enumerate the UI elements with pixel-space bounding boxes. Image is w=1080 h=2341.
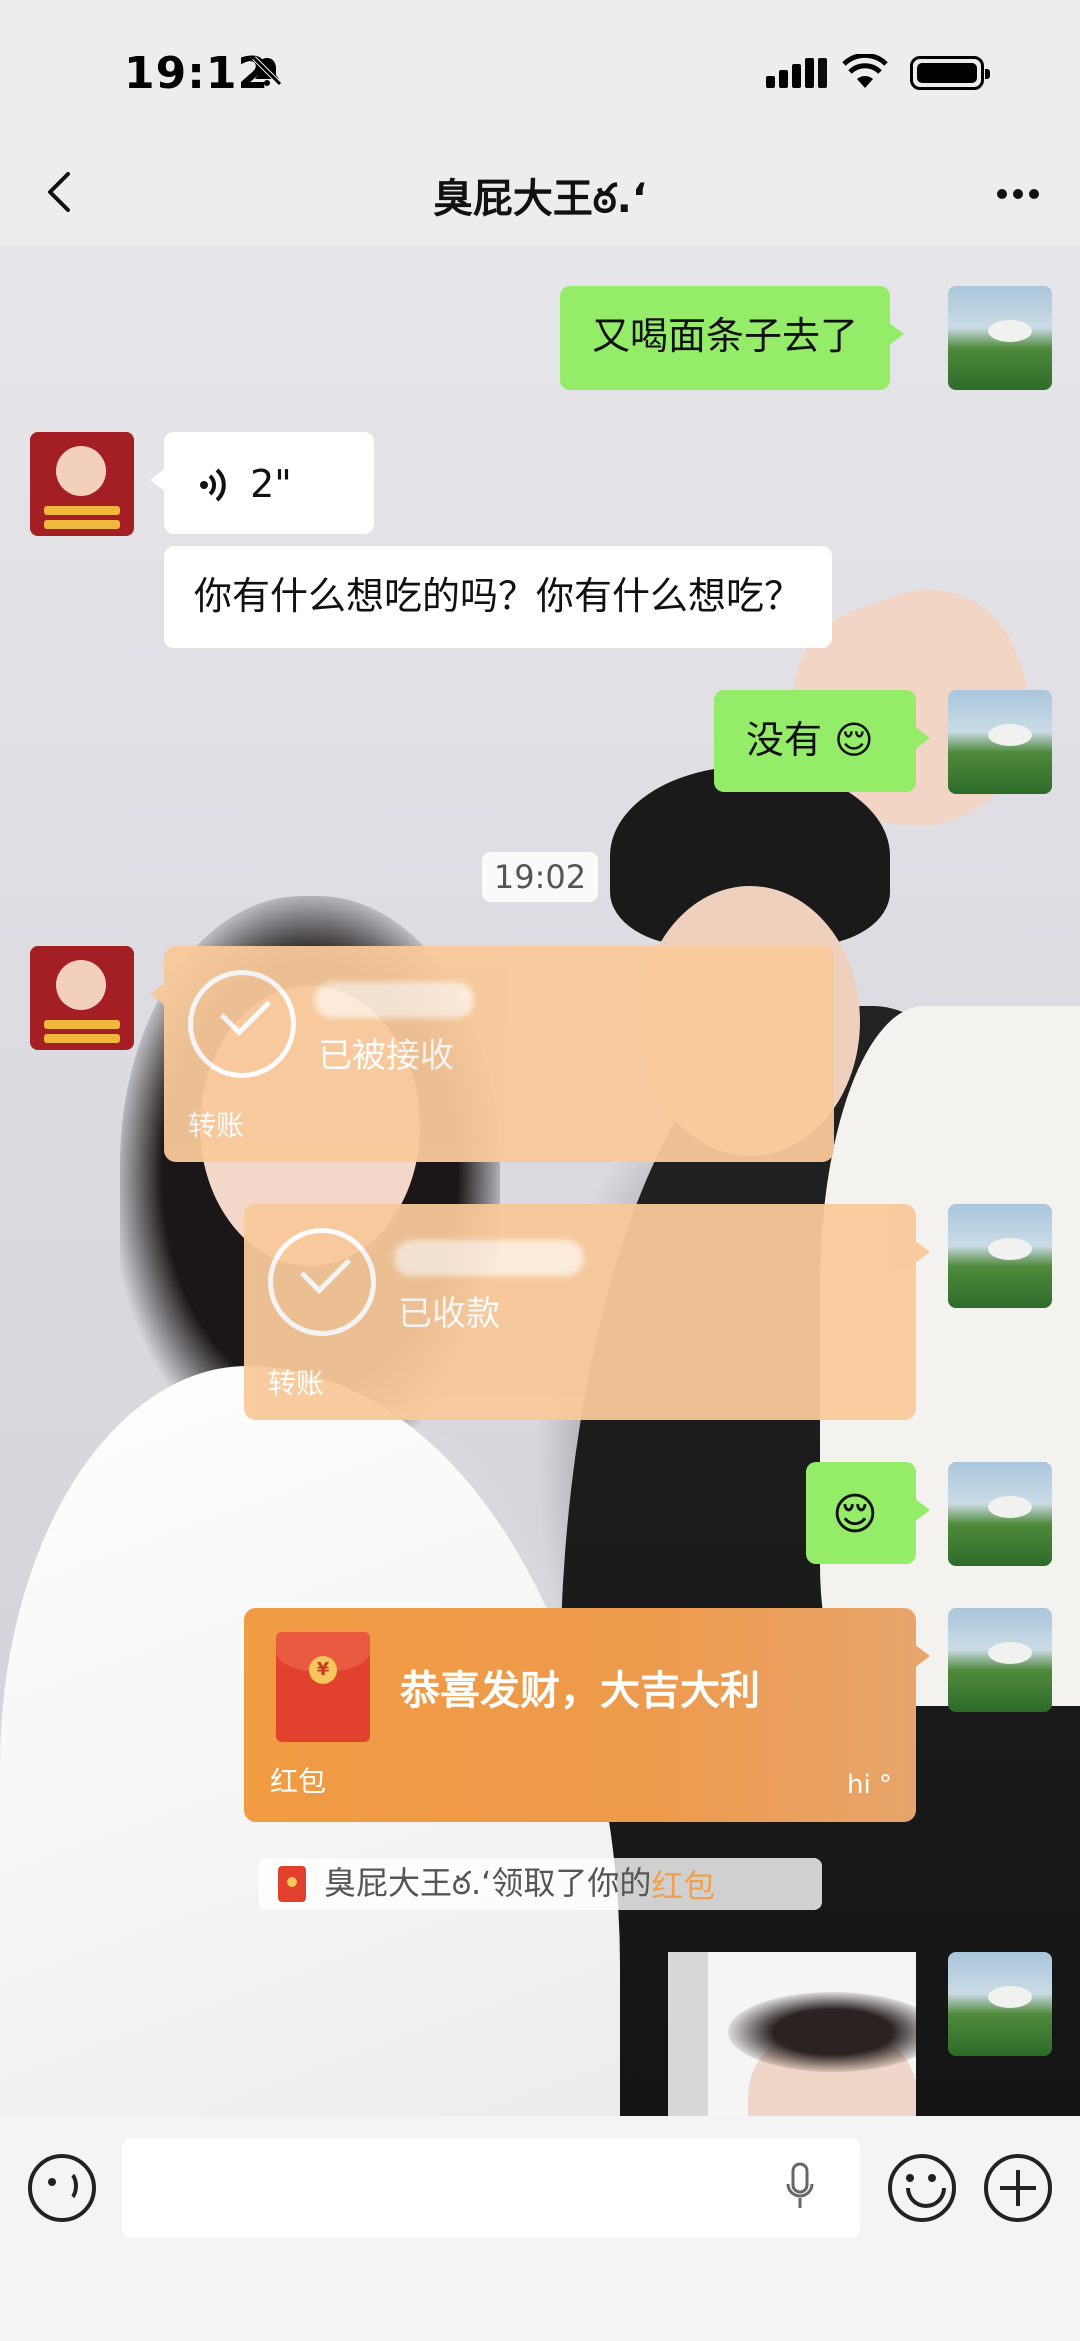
message-text: 你有什么想吃的吗？你有什么想吃？ bbox=[194, 574, 803, 618]
message-list[interactable]: 又喝面条子去了 2" 你有什么想吃的吗？你有什么想吃？ 没有 😌 19:02 已… bbox=[0, 246, 1080, 2116]
timestamp: 19:02 bbox=[0, 852, 1080, 902]
chat-title: 臭屁大王ఠ.ʻ bbox=[432, 176, 648, 222]
voice-wave-icon bbox=[200, 468, 226, 501]
message-text: 没有 bbox=[746, 718, 823, 762]
red-envelope-icon bbox=[278, 1866, 306, 1902]
red-packet-link[interactable]: 红包 bbox=[651, 1861, 715, 1907]
transfer-card[interactable]: 已收款 转账 bbox=[244, 1204, 930, 1420]
more-horizontal-icon[interactable] bbox=[988, 166, 1048, 222]
message-bubble[interactable]: 又喝面条子去了 bbox=[560, 286, 905, 390]
transfer-status: 已被接收 bbox=[318, 1036, 454, 1076]
check-circle-icon bbox=[188, 970, 296, 1078]
my-avatar[interactable] bbox=[948, 1608, 1052, 1712]
battery-icon bbox=[910, 56, 990, 90]
red-packet-label: 红包 bbox=[270, 1765, 327, 1798]
my-avatar[interactable] bbox=[948, 690, 1052, 794]
voice-message-bubble[interactable]: 2" bbox=[150, 432, 374, 534]
amount-redacted bbox=[394, 1240, 584, 1276]
emoji-message-bubble[interactable]: 😌 bbox=[806, 1462, 930, 1564]
transfer-label: 转账 bbox=[188, 1109, 245, 1142]
check-circle-icon bbox=[268, 1228, 376, 1336]
amount-redacted bbox=[314, 982, 474, 1018]
chat-header: 臭屁大王ఠ.ʻ bbox=[0, 140, 1080, 246]
relieved-face-emoji: 😌 bbox=[834, 718, 874, 762]
plus-circle-icon[interactable] bbox=[984, 2154, 1052, 2222]
status-bar: 19:12 bbox=[0, 0, 1080, 140]
red-packet-card[interactable]: ¥ 恭喜发财，大吉大利 红包 hi ° bbox=[244, 1608, 930, 1822]
system-notice-text: 臭屁大王ఠ.ʻ领取了你的 bbox=[324, 1864, 652, 1902]
transfer-card[interactable]: 已被接收 转账 bbox=[150, 946, 834, 1162]
timestamp-text: 19:02 bbox=[481, 852, 599, 902]
bell-off-icon bbox=[252, 56, 282, 86]
my-avatar[interactable] bbox=[948, 1462, 1052, 1566]
message-input[interactable] bbox=[122, 2138, 860, 2238]
status-time: 19:12 bbox=[124, 48, 270, 99]
red-envelope-icon: ¥ bbox=[276, 1632, 370, 1742]
input-bar bbox=[0, 2116, 1080, 2341]
message-text: 又喝面条子去了 bbox=[592, 314, 859, 358]
microphone-icon[interactable] bbox=[786, 2162, 814, 2212]
cellular-signal-icon bbox=[766, 58, 831, 88]
emoji-icon[interactable] bbox=[888, 2154, 956, 2222]
red-packet-title: 恭喜发财，大吉大利 bbox=[400, 1668, 760, 1714]
red-packet-watermark: hi ° bbox=[847, 1770, 892, 1800]
relieved-face-emoji: 😌 bbox=[832, 1489, 878, 1540]
message-bubble[interactable]: 你有什么想吃的吗？你有什么想吃？ bbox=[164, 546, 833, 648]
my-avatar[interactable] bbox=[948, 1204, 1052, 1308]
system-notice: 臭屁大王ఠ.ʻ领取了你的 红包 bbox=[258, 1858, 822, 1910]
voice-input-icon[interactable] bbox=[28, 2154, 96, 2222]
message-bubble[interactable]: 没有 😌 bbox=[714, 690, 930, 792]
my-avatar[interactable] bbox=[948, 286, 1052, 390]
my-avatar[interactable] bbox=[948, 1952, 1052, 2056]
voice-duration: 2" bbox=[250, 461, 292, 506]
contact-avatar[interactable] bbox=[30, 432, 134, 536]
contact-avatar[interactable] bbox=[30, 946, 134, 1050]
wifi-icon bbox=[842, 54, 888, 88]
transfer-status: 已收款 bbox=[398, 1294, 500, 1334]
transfer-label: 转账 bbox=[268, 1367, 325, 1400]
image-message[interactable] bbox=[668, 1952, 916, 2116]
